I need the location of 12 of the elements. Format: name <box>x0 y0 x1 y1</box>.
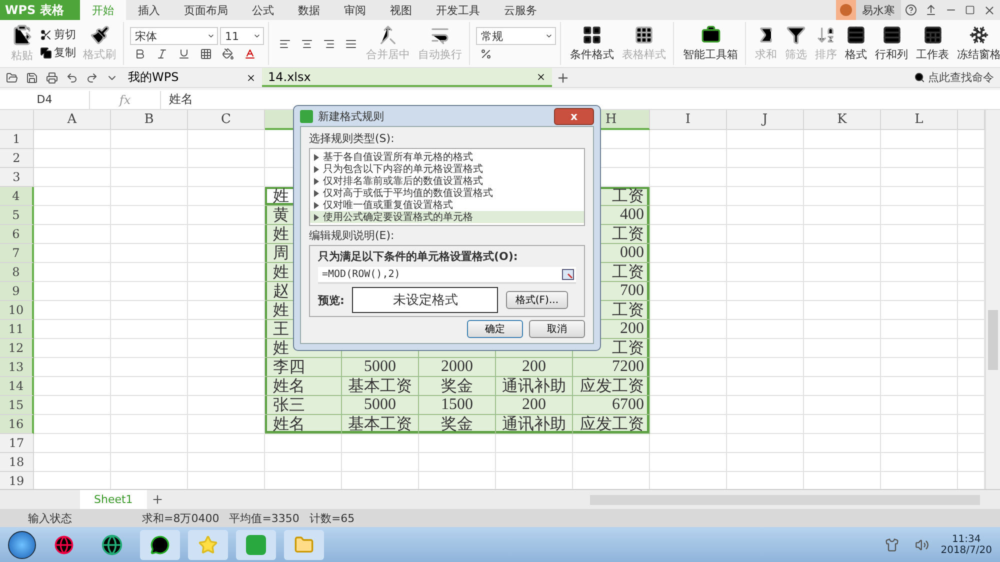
status-text: 平均值=3350 <box>229 510 300 526</box>
dialog-title: 新建格式规则 <box>318 108 384 124</box>
status-text: 输入状态 <box>28 510 72 526</box>
status-text: 计数=65 <box>309 510 355 526</box>
clock-time: 11:34 <box>952 534 981 544</box>
preview-box: 未设定格式 <box>352 287 498 313</box>
section-label: 编辑规则说明(E): <box>309 228 396 243</box>
preview-label: 预览: <box>318 292 344 308</box>
section-label: 选择规则类型(S): <box>309 131 396 146</box>
clock-date: 2018/7/20 <box>940 544 992 556</box>
condition-label: 只为满足以下条件的单元格设置格式(O): <box>318 249 519 264</box>
status-text: 求和=8万0400 <box>142 510 220 526</box>
